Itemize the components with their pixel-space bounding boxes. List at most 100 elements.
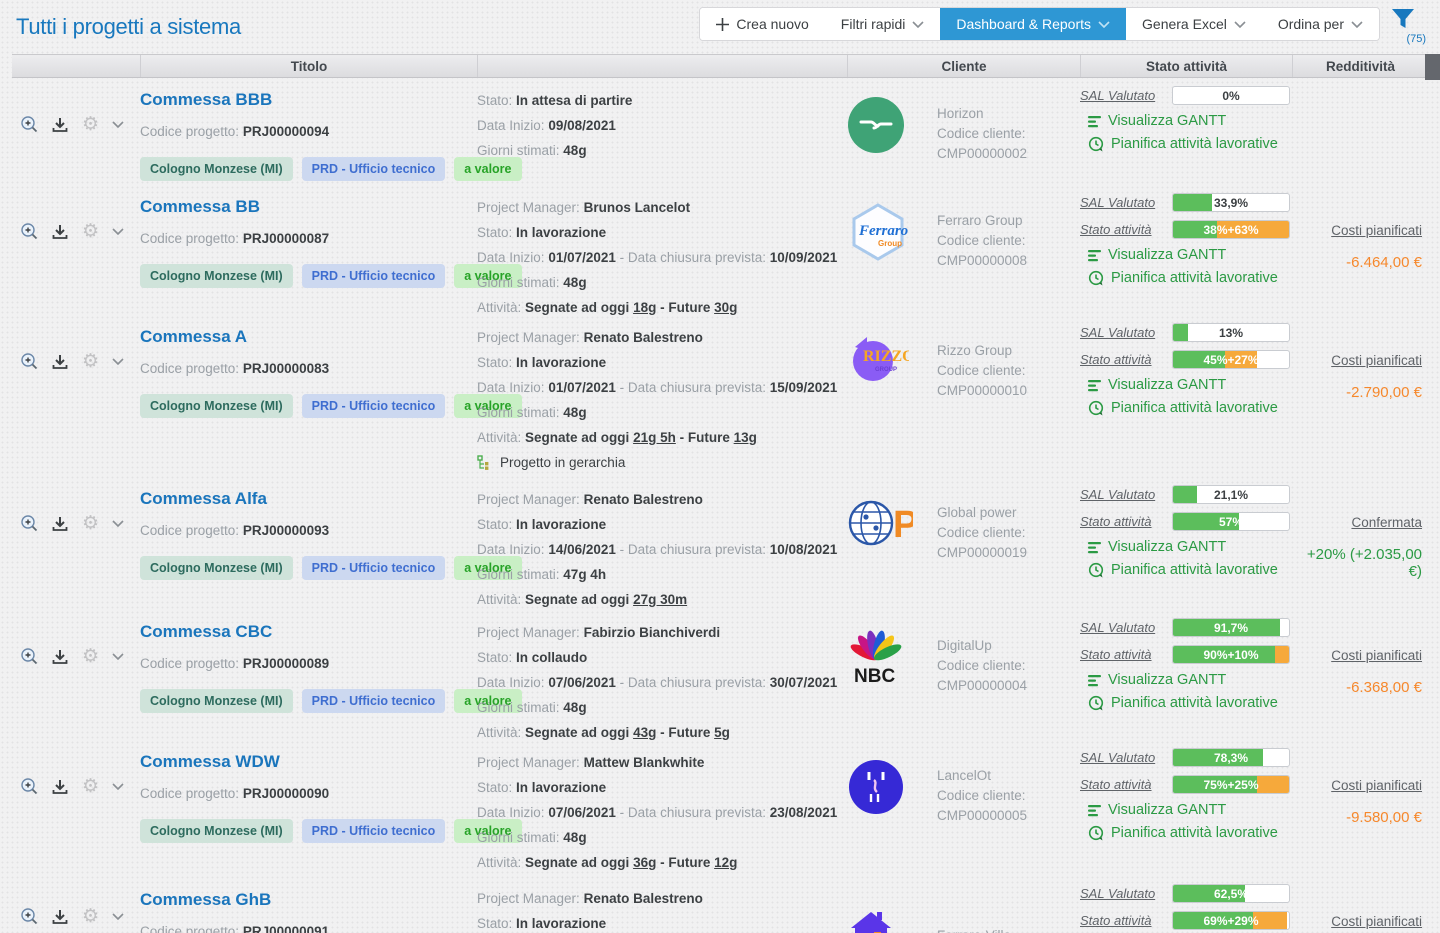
- project-title[interactable]: Commessa WDW: [140, 752, 477, 772]
- download-icon[interactable]: [51, 223, 69, 239]
- top-bar: Tutti i progetti a sistema Crea nuovo Fi…: [0, 0, 1440, 54]
- tag-department: PRD - Ufficio tecnico: [302, 157, 446, 181]
- stato-attivita-bar: 38%+63%: [1172, 220, 1290, 239]
- redditivita-title[interactable]: Confermata: [1292, 515, 1422, 530]
- gear-icon[interactable]: ⚙: [82, 776, 99, 796]
- gear-icon[interactable]: ⚙: [82, 513, 99, 533]
- crea-nuovo-button[interactable]: Crea nuovo: [700, 8, 824, 40]
- pianifica-attivita-link[interactable]: Pianifica attività lavorative: [1088, 270, 1292, 286]
- download-icon[interactable]: [51, 778, 69, 794]
- pianifica-attivita-link[interactable]: Pianifica attività lavorative: [1088, 825, 1292, 841]
- gear-icon[interactable]: ⚙: [82, 114, 99, 134]
- visualizza-gantt-link[interactable]: Visualizza GANTT: [1088, 247, 1292, 263]
- giorni-oggi-link[interactable]: 43g: [633, 725, 656, 740]
- download-icon[interactable]: [51, 515, 69, 531]
- sal-progress-bar: 21,1%: [1172, 485, 1290, 504]
- svg-text:RIZZO: RIZZO: [863, 348, 909, 365]
- redditivita-title[interactable]: Costi pianificati: [1292, 778, 1422, 793]
- zoom-in-icon[interactable]: [20, 777, 38, 795]
- tag-department: PRD - Ufficio tecnico: [302, 556, 446, 580]
- dashboard-reports-button[interactable]: Dashboard & Reports: [940, 8, 1126, 40]
- project-title[interactable]: Commessa GhB: [140, 890, 477, 910]
- chevron-down-icon: [1351, 21, 1363, 28]
- chevron-down-icon[interactable]: [112, 358, 124, 365]
- gantt-icon: [1088, 540, 1101, 554]
- client-name: Ferraro-Villa: [937, 926, 1026, 933]
- zoom-in-icon[interactable]: [20, 115, 38, 133]
- visualizza-gantt-link[interactable]: Visualizza GANTT: [1088, 539, 1292, 555]
- clock-icon: [1088, 270, 1104, 286]
- stato-attivita-bar: 69%+29%: [1172, 911, 1290, 930]
- zoom-in-icon[interactable]: [20, 352, 38, 370]
- clock-icon: [1088, 136, 1104, 152]
- scrollbar-thumb[interactable]: [1425, 54, 1440, 80]
- ordina-per-button[interactable]: Ordina per: [1262, 8, 1379, 40]
- gear-icon[interactable]: ⚙: [82, 906, 99, 926]
- table-row: ⚙ Commessa GhB Codice progetto: PRJ00000…: [12, 870, 1428, 933]
- genera-excel-button[interactable]: Genera Excel: [1126, 8, 1262, 40]
- zoom-in-icon[interactable]: [20, 647, 38, 665]
- chevron-down-icon[interactable]: [112, 228, 124, 235]
- header-actions-spacer: [12, 55, 140, 77]
- giorni-oggi-link[interactable]: 27g 30m: [633, 592, 687, 607]
- giorni-oggi-link[interactable]: 18g: [633, 300, 656, 315]
- giorni-future-link[interactable]: 5g: [714, 725, 730, 740]
- client-name: Global power: [937, 503, 1027, 523]
- download-icon[interactable]: [51, 648, 69, 664]
- gear-icon[interactable]: ⚙: [82, 646, 99, 666]
- visualizza-gantt-link[interactable]: Visualizza GANTT: [1088, 802, 1292, 818]
- client-logo-lancelot: [847, 758, 905, 816]
- giorni-future-link[interactable]: 30g: [714, 300, 737, 315]
- download-icon[interactable]: [51, 116, 69, 132]
- giorni-oggi-link[interactable]: 36g: [633, 855, 656, 870]
- project-title[interactable]: Commessa BB: [140, 197, 477, 217]
- tag-department: PRD - Ufficio tecnico: [302, 819, 446, 843]
- zoom-in-icon[interactable]: [20, 514, 38, 532]
- pianifica-attivita-link[interactable]: Pianifica attività lavorative: [1088, 136, 1292, 152]
- giorni-future-link[interactable]: 12g: [714, 855, 737, 870]
- zoom-in-icon[interactable]: [20, 907, 38, 925]
- redditivita-title[interactable]: Costi pianificati: [1292, 223, 1422, 238]
- chevron-down-icon[interactable]: [112, 121, 124, 128]
- chevron-down-icon: [1098, 21, 1110, 28]
- download-icon[interactable]: [51, 908, 69, 924]
- filter-funnel-button[interactable]: (75): [1390, 7, 1424, 47]
- redditivita-value: -6.368,00 €: [1292, 679, 1422, 696]
- pianifica-attivita-link[interactable]: Pianifica attività lavorative: [1088, 562, 1292, 578]
- pianifica-attivita-link[interactable]: Pianifica attività lavorative: [1088, 695, 1292, 711]
- visualizza-gantt-link[interactable]: Visualizza GANTT: [1088, 672, 1292, 688]
- chevron-down-icon[interactable]: [112, 913, 124, 920]
- clock-icon: [1088, 825, 1104, 841]
- visualizza-gantt-link[interactable]: Visualizza GANTT: [1088, 113, 1292, 129]
- chevron-down-icon[interactable]: [112, 783, 124, 790]
- project-code: PRJ00000090: [243, 786, 329, 801]
- gear-icon[interactable]: ⚙: [82, 351, 99, 371]
- redditivita-title[interactable]: Costi pianificati: [1292, 914, 1422, 929]
- project-title[interactable]: Commessa BBB: [140, 90, 477, 110]
- client-name: Horizon: [937, 104, 1027, 124]
- project-title[interactable]: Commessa Alfa: [140, 489, 477, 509]
- project-title[interactable]: Commessa CBC: [140, 622, 477, 642]
- client-code: CMP00000008: [937, 251, 1027, 271]
- pianifica-attivita-link[interactable]: Pianifica attività lavorative: [1088, 400, 1292, 416]
- progetto-gerarchia-link[interactable]: Progetto in gerarchia: [477, 450, 847, 475]
- gantt-icon: [1088, 673, 1101, 687]
- table-header: Titolo Cliente Stato attività Redditivit…: [12, 54, 1428, 78]
- giorni-future-link[interactable]: 13g: [734, 430, 757, 445]
- chevron-down-icon[interactable]: [112, 653, 124, 660]
- project-code: PRJ00000091: [243, 924, 329, 933]
- svg-text:P: P: [893, 504, 913, 546]
- project-title[interactable]: Commessa A: [140, 327, 477, 347]
- chevron-down-icon[interactable]: [112, 520, 124, 527]
- zoom-in-icon[interactable]: [20, 222, 38, 240]
- redditivita-title[interactable]: Costi pianificati: [1292, 648, 1422, 663]
- download-icon[interactable]: [51, 353, 69, 369]
- chevron-down-icon: [1234, 21, 1246, 28]
- gear-icon[interactable]: ⚙: [82, 221, 99, 241]
- filtri-rapidi-button[interactable]: Filtri rapidi: [825, 8, 941, 40]
- giorni-oggi-link[interactable]: 21g 5h: [633, 430, 676, 445]
- visualizza-gantt-link[interactable]: Visualizza GANTT: [1088, 377, 1292, 393]
- redditivita-title[interactable]: Costi pianificati: [1292, 353, 1422, 368]
- svg-text:GROUP: GROUP: [875, 367, 897, 373]
- client-code: CMP00000019: [937, 543, 1027, 563]
